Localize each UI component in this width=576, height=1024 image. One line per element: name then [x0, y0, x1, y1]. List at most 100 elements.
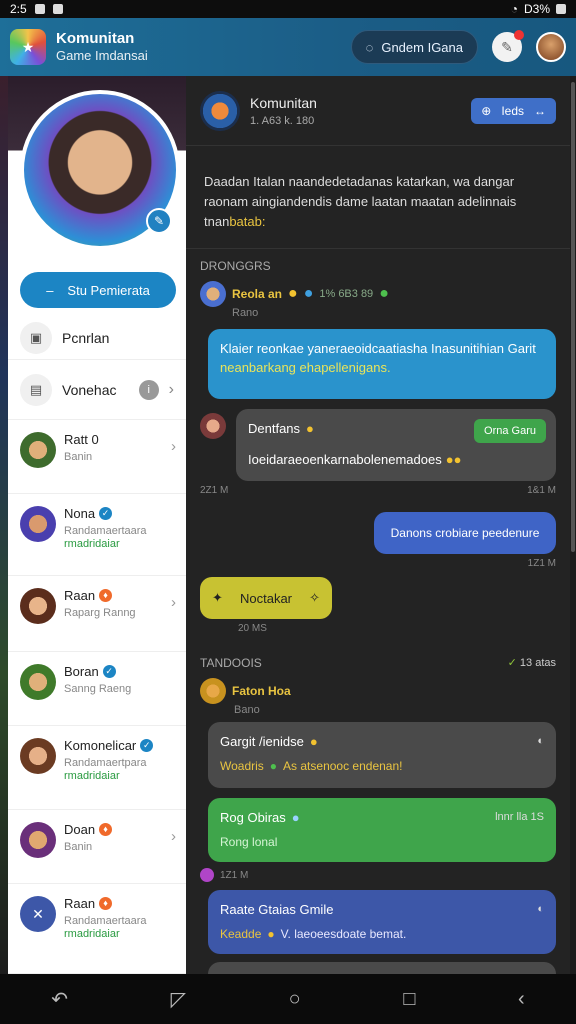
message-meta: Reola an ● ● 1% 6B3 89 ● — [186, 273, 570, 307]
verified-icon: ✓ — [99, 507, 113, 520]
sidebar-item-vonehac[interactable]: ▤ Vonehac i › — [8, 360, 186, 420]
chat-icon: ◌ — [365, 39, 374, 55]
sender-sub: Bano — [234, 704, 260, 716]
scroll-thumb[interactable] — [571, 82, 575, 552]
app-header: ★ Komunitan Game Imdansai ◌ Gndem IGana … — [0, 18, 576, 76]
join-button[interactable]: ⊕ Ieds ↔ — [471, 97, 556, 124]
message-text: Klaier reonkae yaneraeoidcaatiasha Inasu… — [220, 341, 536, 356]
contact-item[interactable]: Boran ✓ Sanng Raeng — [8, 652, 186, 726]
globe-emoji-icon: ● — [303, 285, 314, 302]
app-logo-icon[interactable]: ★ — [10, 29, 46, 65]
sender-avatar[interactable] — [200, 413, 226, 439]
message-bubble[interactable]: Rog Obiras ● Rong lonal lnnr lla 1S — [208, 798, 556, 862]
profile-section: ✎ — [8, 76, 186, 262]
info-icon: i — [138, 379, 159, 400]
contact-item[interactable]: ✕ Raan ♦ Randamaertaara rmadridaiar — [8, 884, 186, 974]
scrollbar[interactable] — [570, 76, 576, 974]
group-header: Komunitan 1. A63 k. 180 ⊕ Ieds ↔ — [186, 76, 570, 146]
message-bubble[interactable]: Gargit /ienidse ● Woadris ● As atsenooc end… — [208, 722, 556, 788]
edit-badge-icon[interactable]: ✎ — [146, 208, 172, 234]
contact-text: Doan ♦ Banin — [64, 822, 113, 853]
app-title: Komunitan — [56, 30, 135, 48]
verified-icon: ✓ — [102, 665, 116, 678]
contact-item[interactable]: Doan ♦ Banin › — [8, 810, 186, 884]
smile-emoji-icon: ● — [309, 734, 318, 749]
message-bubble[interactable] — [208, 962, 556, 974]
contact-sub: Raparg Ranng — [64, 607, 136, 619]
sender-sub: Rano — [232, 307, 259, 319]
battery-icon — [556, 4, 566, 14]
app-subtitle: Game Imdansai — [56, 48, 148, 64]
message-bubble[interactable]: Klaier reonkae yaneraeoidcaatiasha Inasu… — [208, 329, 556, 399]
smile-emoji-icon: ● — [291, 810, 300, 825]
back-gesture-icon[interactable]: ↶ — [51, 987, 68, 1012]
sender-avatar[interactable] — [200, 281, 226, 307]
message-bubble[interactable]: Raate Gtaias Gmile Keadde ● V. laeoeesdoat… — [208, 890, 556, 954]
smile-emoji-icon: ● — [306, 421, 314, 436]
sender-avatar[interactable] — [200, 678, 226, 704]
section-header: TANDOOIS ✓ 13 atas — [186, 634, 570, 670]
group-avatar-icon: ✕ — [20, 896, 56, 932]
check-icon: ✓ — [507, 657, 517, 669]
contact-item[interactable]: Nona ✓ Randamaertaara rmadridaiar — [8, 494, 186, 576]
message-time: lnnr lla 1S — [495, 811, 544, 823]
sticker-bubble[interactable]: ✦ Noctakar ✧ — [200, 577, 332, 619]
contact-text: Raan ♦ Raparg Ranng — [64, 588, 136, 619]
message-row: Dentfans ● Orna Garu Ioeidaraeoenkarnabol… — [186, 399, 570, 481]
timestamp: 1Z1 M — [527, 558, 556, 569]
back-icon[interactable]: ‹ — [518, 988, 525, 1011]
description-end: tnan — [204, 214, 230, 229]
notification-icon — [34, 4, 45, 14]
user-avatar[interactable] — [536, 32, 566, 62]
contact-name: Ratt 0 — [64, 432, 99, 447]
verified-icon: ✓ — [140, 739, 154, 752]
chat-panel: Komunitan 1. A63 k. 180 ⊕ Ieds ↔ Daadan … — [186, 76, 570, 974]
message-meta: Faton Hoa — [186, 670, 570, 704]
group-icon — [200, 90, 240, 131]
message-sub: Rong lonal — [220, 835, 278, 849]
message-title: Rog Obiras — [220, 810, 286, 825]
header-chat-button[interactable]: ◌ Gndem IGana — [350, 30, 478, 64]
message-time: 1% 6B3 89 — [319, 288, 374, 300]
reaction-icon[interactable]: ◐ — [537, 900, 544, 919]
contact-item[interactable]: Ratt 0 Banin › — [8, 420, 186, 494]
header-titles: Komunitan Game Imdansai — [56, 30, 148, 64]
sidebar-item-label: Pcnrlan — [62, 329, 110, 346]
smile-emoji-icon: ● — [288, 285, 298, 302]
contact-avatar — [20, 822, 56, 858]
fire-badge-icon: ♦ — [99, 823, 113, 836]
section-label: TANDOOIS — [200, 656, 262, 670]
message-bubble[interactable]: Dentfans ● Orna Garu Ioeidaraeoenkarnabol… — [236, 409, 556, 481]
reaction-icon[interactable]: ◐ — [537, 732, 544, 751]
overview-icon[interactable]: □ — [403, 988, 415, 1011]
timestamp-row: 2Z1 M 1&1 M — [186, 481, 570, 496]
gem-emoji-icon: ● — [379, 285, 389, 302]
sidebar-item-pcnrlan[interactable]: ▣ Pcnrlan — [8, 316, 186, 360]
section-label: DRONGGRS — [200, 259, 271, 273]
camera-icon: ▤ — [20, 373, 52, 406]
contact-text: Nona ✓ Randamaertaara rmadridaiar — [64, 506, 147, 550]
notifications-button[interactable]: ✎ — [492, 30, 524, 62]
contact-item[interactable]: Komonelicar ✓ Randamaertpara rmadridaiar — [8, 726, 186, 810]
app-icon — [52, 4, 63, 14]
game-tag[interactable]: Orna Garu — [474, 419, 546, 443]
recent-icon[interactable]: ◸ — [171, 987, 186, 1012]
home-icon[interactable]: ○ — [289, 988, 301, 1011]
wifi-icon: ◔ — [510, 2, 518, 16]
fire-badge-icon: ♦ — [99, 589, 113, 602]
system-nav-bar: ↶ ◸ ○ □ ‹ — [0, 974, 576, 1024]
contact-sub: Randamaertaara — [64, 525, 147, 537]
message-title: Gargit /ienidse — [220, 734, 304, 749]
contact-sub2: rmadridaiar — [64, 770, 120, 782]
contact-name: Raan — [64, 896, 96, 911]
group-description: Daadan Italan naandedetadanas katarkan, … — [186, 146, 570, 249]
timestamp-row: 1Z1 M — [186, 862, 570, 882]
profile-avatar[interactable]: ✎ — [20, 90, 180, 250]
sidebar-action-button[interactable]: – Stu Pemierata — [20, 272, 176, 308]
contact-text: Ratt 0 Banin — [64, 432, 99, 463]
contact-item[interactable]: Raan ♦ Raparg Ranng › — [8, 576, 186, 652]
message-bubble-outgoing[interactable]: Danons crobiare peedenure — [374, 512, 556, 554]
laugh-emoji-icon: ●● — [445, 452, 462, 467]
puzzle-icon: ✦ — [212, 590, 223, 605]
contact-text: Raan ♦ Randamaertaara rmadridaiar — [64, 896, 147, 940]
